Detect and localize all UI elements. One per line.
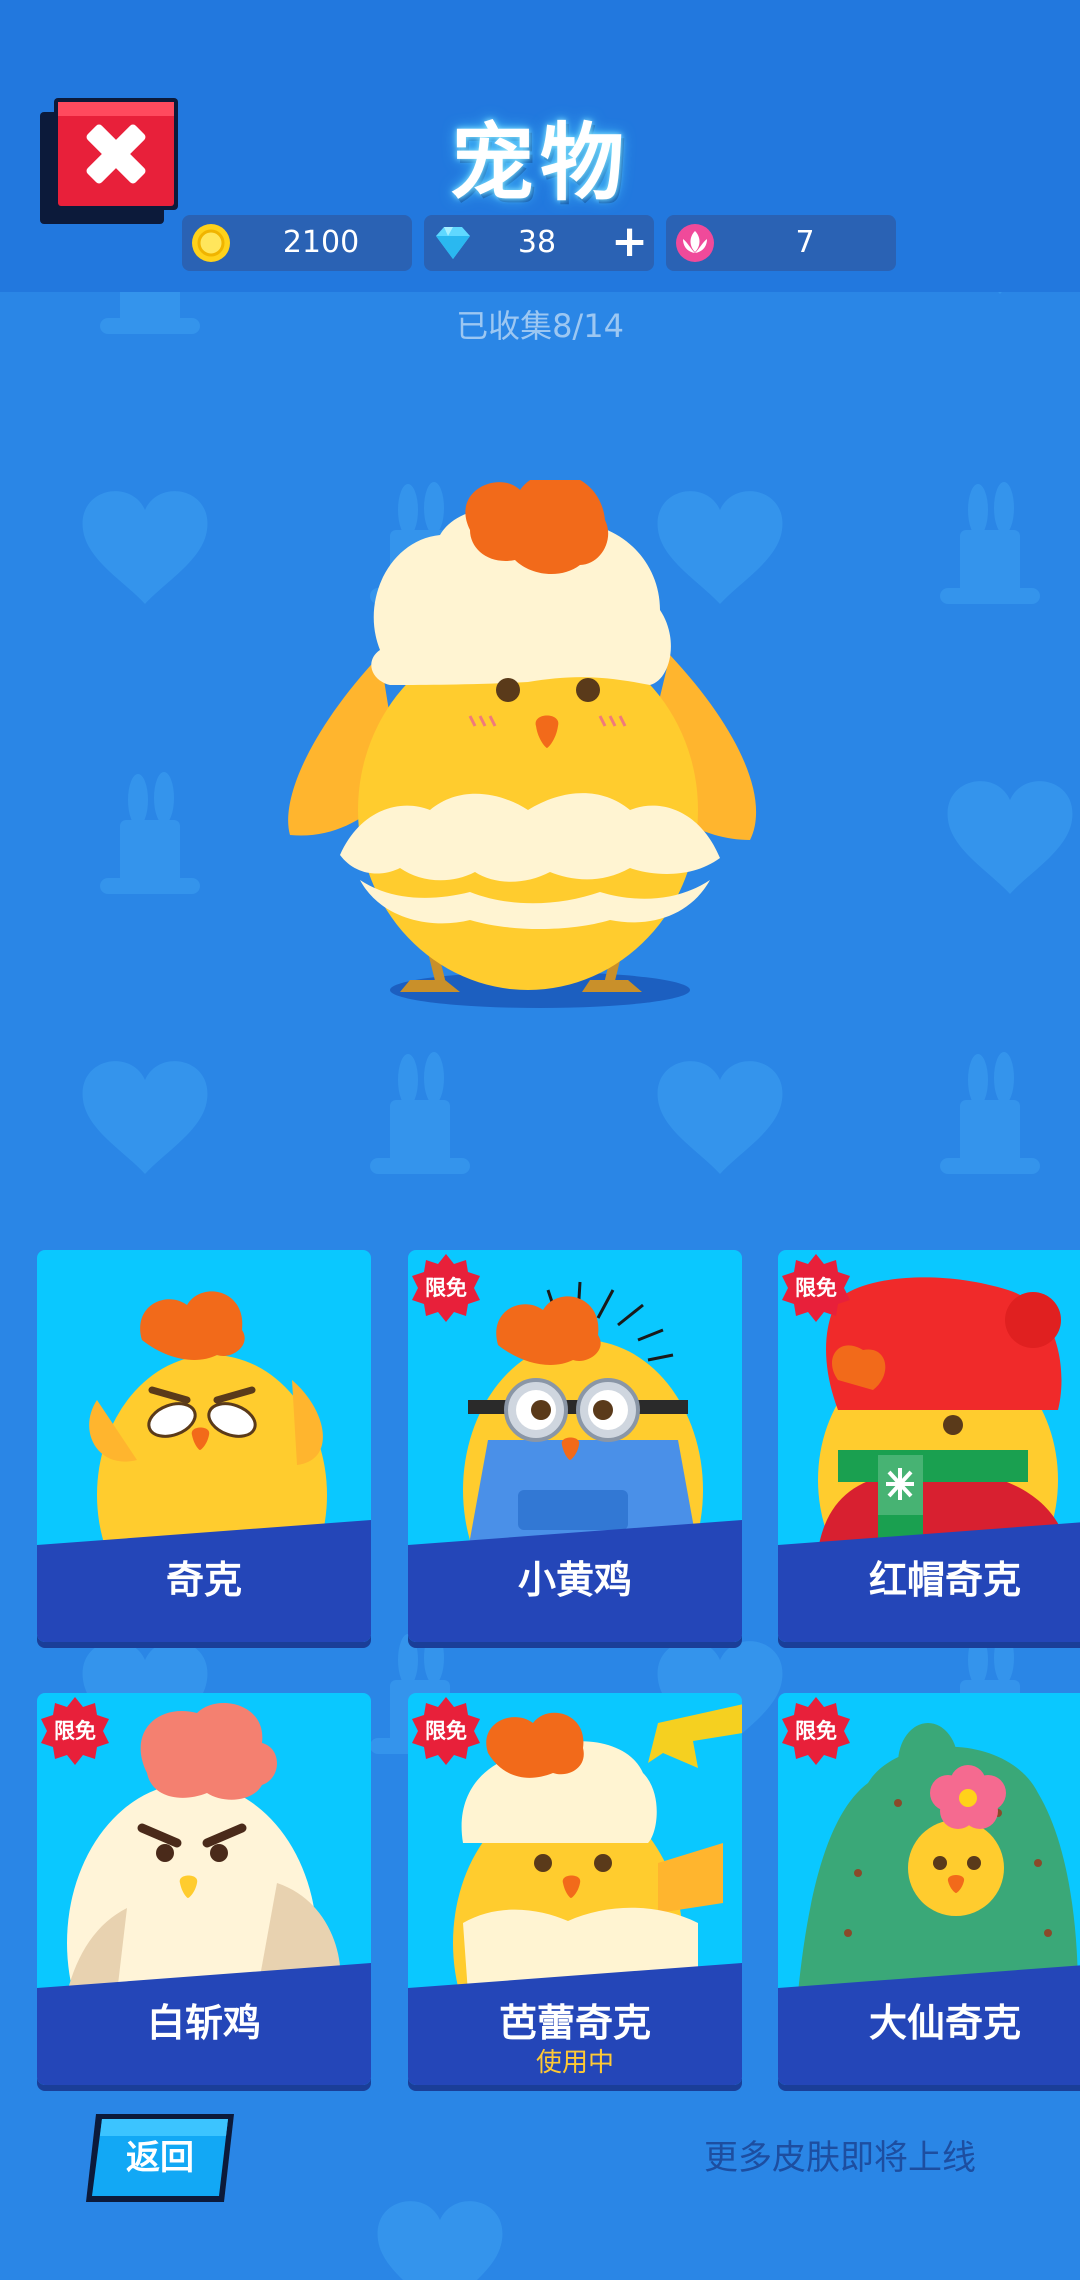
add-diamond-button[interactable]: + bbox=[611, 215, 648, 271]
pet-name: 红帽奇克 bbox=[868, 1558, 1021, 1602]
more-skins-notice: 更多皮肤即将上线 bbox=[704, 2138, 976, 2178]
lotus-icon bbox=[676, 224, 714, 262]
close-button[interactable] bbox=[38, 96, 182, 228]
coin-value: 2100 bbox=[282, 225, 360, 260]
pet-name: 白斩鸡 bbox=[146, 2001, 261, 2045]
pet-card-baleiqike[interactable]: 限免 芭蕾奇克 使用中 bbox=[408, 1693, 742, 2085]
back-button[interactable]: 返回 bbox=[86, 2114, 234, 2202]
badge-label: 限免 bbox=[425, 1276, 467, 1300]
pet-name: 芭蕾奇克 bbox=[498, 2001, 651, 2045]
pet-card-hongmaoqike[interactable]: 限免 红帽奇克 bbox=[778, 1250, 1080, 1642]
badge-label: 限免 bbox=[795, 1276, 837, 1300]
pet-card-xiaohuangji[interactable]: 限免 小黄鸡 bbox=[408, 1250, 742, 1642]
coin-icon bbox=[192, 224, 230, 262]
lotus-counter: 7 bbox=[666, 215, 896, 271]
diamond-counter: 38 + bbox=[424, 215, 654, 271]
lotus-value: 7 bbox=[795, 225, 815, 260]
pet-card-daxianqike[interactable]: 限免 大仙奇克 bbox=[778, 1693, 1080, 2085]
page-title: 宠物 bbox=[449, 114, 630, 212]
pet-card-qike[interactable]: 奇克 bbox=[37, 1250, 371, 1642]
diamond-icon bbox=[436, 227, 470, 259]
coin-counter: 2100 bbox=[182, 215, 412, 271]
featured-pet-image bbox=[288, 480, 757, 1008]
in-use-status: 使用中 bbox=[535, 2048, 614, 2078]
pet-name: 奇克 bbox=[165, 1558, 242, 1602]
collection-progress: 已收集8/14 bbox=[456, 307, 624, 345]
diamond-value: 38 bbox=[517, 225, 557, 260]
pet-name: 小黄鸡 bbox=[517, 1558, 632, 1602]
badge-label: 限免 bbox=[54, 1719, 96, 1743]
pet-name: 大仙奇克 bbox=[868, 2001, 1021, 2045]
back-button-label: 返回 bbox=[126, 2138, 194, 2178]
badge-label: 限免 bbox=[425, 1719, 467, 1743]
pet-card-baizhanji[interactable]: 限免 白斩鸡 bbox=[37, 1693, 371, 2085]
badge-label: 限免 bbox=[795, 1719, 837, 1743]
